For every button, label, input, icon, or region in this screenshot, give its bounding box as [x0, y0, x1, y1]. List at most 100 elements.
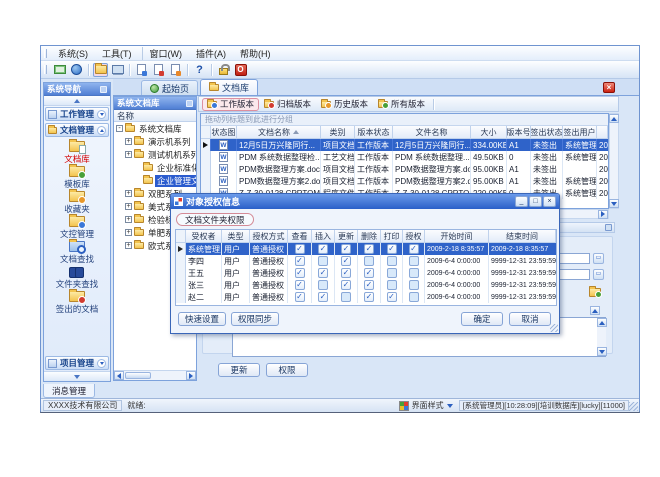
field-button-icon[interactable]: ▭ — [593, 269, 604, 280]
close-icon[interactable]: × — [543, 196, 556, 207]
nav-item[interactable]: 模板库 — [44, 165, 110, 190]
delete-checkbox[interactable] — [364, 244, 374, 254]
version-button[interactable]: 工作版本 — [202, 98, 259, 111]
detail-field-1[interactable] — [558, 253, 590, 264]
permission-button[interactable]: 权限 — [266, 363, 308, 377]
scroll-up-icon[interactable] — [609, 114, 619, 123]
insert-checkbox[interactable] — [318, 268, 328, 278]
print-checkbox[interactable] — [387, 280, 397, 290]
update-button[interactable]: 更新 — [218, 363, 260, 377]
menu-item[interactable]: 工具(T) — [95, 47, 139, 60]
print-checkbox[interactable] — [387, 256, 397, 266]
nav-group-project[interactable]: 项目管理 — [45, 356, 109, 370]
scroll-up-icon[interactable] — [590, 306, 600, 315]
menu-item[interactable]: 帮助(H) — [233, 47, 278, 60]
grid-header-checkout-user[interactable]: 签出用户 — [563, 126, 597, 138]
authorize-checkbox[interactable] — [409, 292, 419, 302]
tab-start-page[interactable]: 起始页 — [141, 80, 198, 95]
print-checkbox[interactable] — [387, 292, 397, 302]
scroll-right-icon[interactable] — [598, 210, 608, 219]
insert-checkbox[interactable] — [318, 244, 328, 254]
print-checkbox[interactable] — [387, 268, 397, 278]
grid-header-version-state[interactable]: 版本状态 — [355, 126, 393, 138]
minimize-icon[interactable]: _ — [515, 196, 528, 207]
ok-button[interactable]: 确定 — [461, 312, 503, 326]
maximize-icon[interactable]: □ — [529, 196, 542, 207]
grid-vertical-scrollbar[interactable] — [609, 113, 619, 209]
document-row[interactable]: W PDM数据整理方案.doc 项目文档 工作版本 PDM数据整理方案.doc … — [201, 163, 608, 175]
update-checkbox[interactable] — [341, 256, 351, 266]
delete-checkbox[interactable] — [364, 268, 374, 278]
field-button-icon[interactable]: ▭ — [593, 253, 604, 264]
permission-sync-button[interactable]: 权限同步 — [231, 312, 279, 326]
grid-header-version[interactable]: 版本号 — [507, 126, 531, 138]
version-button[interactable]: 历史版本 — [316, 98, 373, 111]
tab-message-management[interactable]: 消息管理 — [43, 384, 95, 398]
permission-row[interactable]: 赵二 用户 普通授权 2009-6-4 0:00:00 9999-12-31 2… — [176, 291, 556, 303]
tree-expander-icon[interactable]: - — [116, 125, 123, 132]
nav-item[interactable]: 收藏夹 — [44, 190, 110, 215]
document-row[interactable]: W PDM 系统数据整理检... 工艺文档 工作版本 PDM 系统数据整理...… — [201, 151, 608, 163]
perm-header-mode[interactable]: 授权方式 — [250, 230, 288, 242]
tree-node[interactable]: + 演示机系列 — [114, 135, 196, 148]
print-checkbox[interactable] — [387, 244, 397, 254]
close-icon[interactable]: × — [603, 82, 615, 93]
remark-scrollbar[interactable] — [597, 318, 606, 356]
tree-horizontal-scrollbar[interactable] — [114, 370, 196, 380]
perm-header-grantee[interactable]: 受权者 — [186, 230, 222, 242]
help-icon[interactable]: ? — [192, 63, 207, 77]
tab-document-library[interactable]: 文档库 — [200, 79, 258, 95]
nav-scroll-down[interactable] — [44, 371, 110, 381]
tree-expander-icon[interactable]: + — [125, 151, 132, 158]
document-row[interactable]: W 12月5日万兴隆同行... 项目文档 工作版本 12月5日万兴隆同行... … — [201, 139, 608, 151]
tree-node[interactable]: - 系统文档库 — [114, 122, 196, 135]
dialog-title-bar[interactable]: 对象授权信息 _ □ × — [171, 194, 559, 209]
permission-row[interactable]: 系统管理员 用户 普通授权 2009-2-18 8:35:57 2009-2-1… — [176, 243, 556, 255]
dialog-tab-folder-permissions[interactable]: 文档文件夹权限 — [176, 213, 254, 226]
scroll-up-icon[interactable] — [597, 318, 607, 327]
exit-icon[interactable]: O — [233, 63, 248, 77]
nav-item[interactable]: 文控管理 — [44, 215, 110, 240]
tree-node[interactable]: 企业标准化文件 — [114, 161, 196, 174]
grid-header-checkout-state[interactable]: 签出状态 — [531, 126, 563, 138]
doc-new-icon[interactable] — [134, 63, 149, 77]
nav-group-work[interactable]: 工作管理 — [45, 107, 109, 121]
tree-expander-icon[interactable]: + — [125, 216, 132, 223]
monitor-icon[interactable] — [52, 63, 67, 77]
perm-header-print[interactable]: 打印 — [381, 230, 403, 242]
grid-header-docname[interactable]: 文档名称 — [237, 126, 321, 138]
permission-row[interactable]: 李四 用户 普通授权 2009-6-4 0:00:00 9999-12-31 2… — [176, 255, 556, 267]
scroll-right-icon[interactable] — [186, 371, 196, 380]
insert-checkbox[interactable] — [318, 292, 328, 302]
grid-header-size[interactable]: 大小 — [471, 126, 507, 138]
view-checkbox[interactable] — [295, 280, 305, 290]
perm-header-delete[interactable]: 删除 — [358, 230, 381, 242]
nav-item[interactable]: 文件夹查找 — [44, 265, 110, 290]
toolbar-grip[interactable] — [44, 65, 47, 74]
view-checkbox[interactable] — [295, 244, 305, 254]
toolbar-grip[interactable] — [44, 49, 47, 58]
grid-header-status[interactable]: 状态图 — [211, 126, 237, 138]
browse-folder-icon[interactable] — [588, 286, 602, 298]
chevron-up-icon[interactable] — [97, 126, 106, 135]
update-checkbox[interactable] — [341, 292, 351, 302]
document-row[interactable]: W PDM数据整理方案2.doc 项目文档 工作版本 PDM数据整理方案2.do… — [201, 175, 608, 187]
chevron-down-icon[interactable] — [447, 404, 453, 408]
cancel-button[interactable]: 取消 — [509, 312, 551, 326]
update-checkbox[interactable] — [341, 280, 351, 290]
interface-style-label[interactable]: 界面样式 — [412, 400, 444, 411]
chevron-down-icon[interactable] — [97, 110, 106, 119]
scroll-down-icon[interactable] — [597, 347, 607, 356]
perm-header-type[interactable]: 类型 — [222, 230, 250, 242]
pin-icon[interactable] — [186, 100, 193, 107]
grid-header-extra[interactable] — [597, 126, 608, 138]
tree-expander-icon[interactable]: + — [125, 138, 132, 145]
view-checkbox[interactable] — [295, 256, 305, 266]
nav-scroll-up[interactable] — [44, 96, 110, 106]
globe-icon[interactable] — [69, 63, 84, 77]
resize-grip[interactable] — [629, 402, 638, 411]
nav-item[interactable]: 文档查找 — [44, 240, 110, 265]
scroll-left-icon[interactable] — [114, 371, 124, 380]
delete-checkbox[interactable] — [364, 280, 374, 290]
nav-item[interactable]: 文档库 — [44, 140, 110, 165]
